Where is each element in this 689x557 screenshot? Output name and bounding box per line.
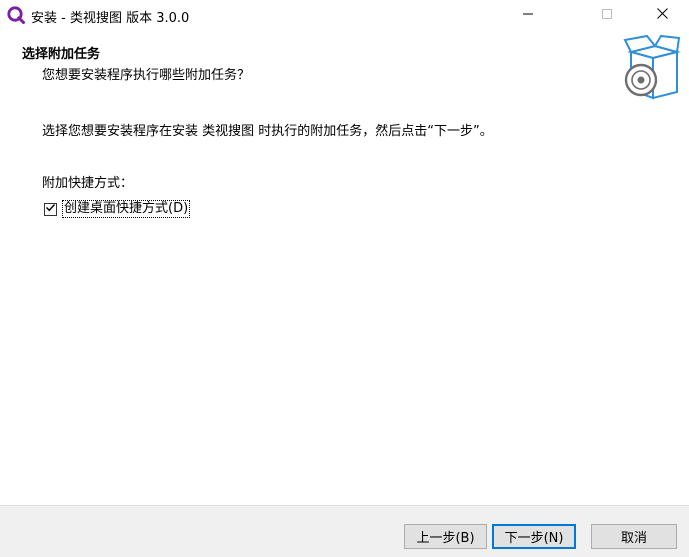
wizard-footer: 上一步(B) 下一步(N) 取消 <box>0 505 689 557</box>
app-logo-icon <box>7 6 25 24</box>
maximize-icon <box>602 8 612 23</box>
title-bar[interactable]: 安装 - 类视搜图 版本 3.0.0 <box>0 0 689 31</box>
installer-box-disc-icon <box>621 34 681 100</box>
minimize-button[interactable] <box>505 0 551 31</box>
installer-window: 安装 - 类视搜图 版本 3.0.0 选择附加任务 您想要安装程序执行哪些附加任… <box>0 0 689 557</box>
next-button[interactable]: 下一步(N) <box>492 524 576 549</box>
maximize-button[interactable] <box>584 0 630 31</box>
shortcut-group-label: 附加快捷方式： <box>42 176 134 191</box>
desktop-shortcut-option[interactable]: 创建桌面快捷方式(D) <box>44 200 191 218</box>
desktop-shortcut-label[interactable]: 创建桌面快捷方式(D) <box>62 200 191 218</box>
page-subtitle: 您想要安装程序执行哪些附加任务？ <box>42 68 251 83</box>
wizard-header: 选择附加任务 您想要安装程序执行哪些附加任务？ <box>0 31 689 103</box>
window-title: 安装 - 类视搜图 版本 3.0.0 <box>31 11 190 26</box>
instruction-text: 选择您想要安装程序在安装 类视搜图 时执行的附加任务，然后点击“下一步”。 <box>42 124 493 139</box>
page-title: 选择附加任务 <box>22 47 101 62</box>
close-icon <box>656 8 668 23</box>
cancel-button[interactable]: 取消 <box>591 524 677 549</box>
checkmark-icon <box>45 202 56 217</box>
minimize-icon <box>523 8 533 23</box>
desktop-shortcut-checkbox[interactable] <box>44 202 57 217</box>
back-button[interactable]: 上一步(B) <box>404 524 487 549</box>
close-button[interactable] <box>639 0 685 31</box>
